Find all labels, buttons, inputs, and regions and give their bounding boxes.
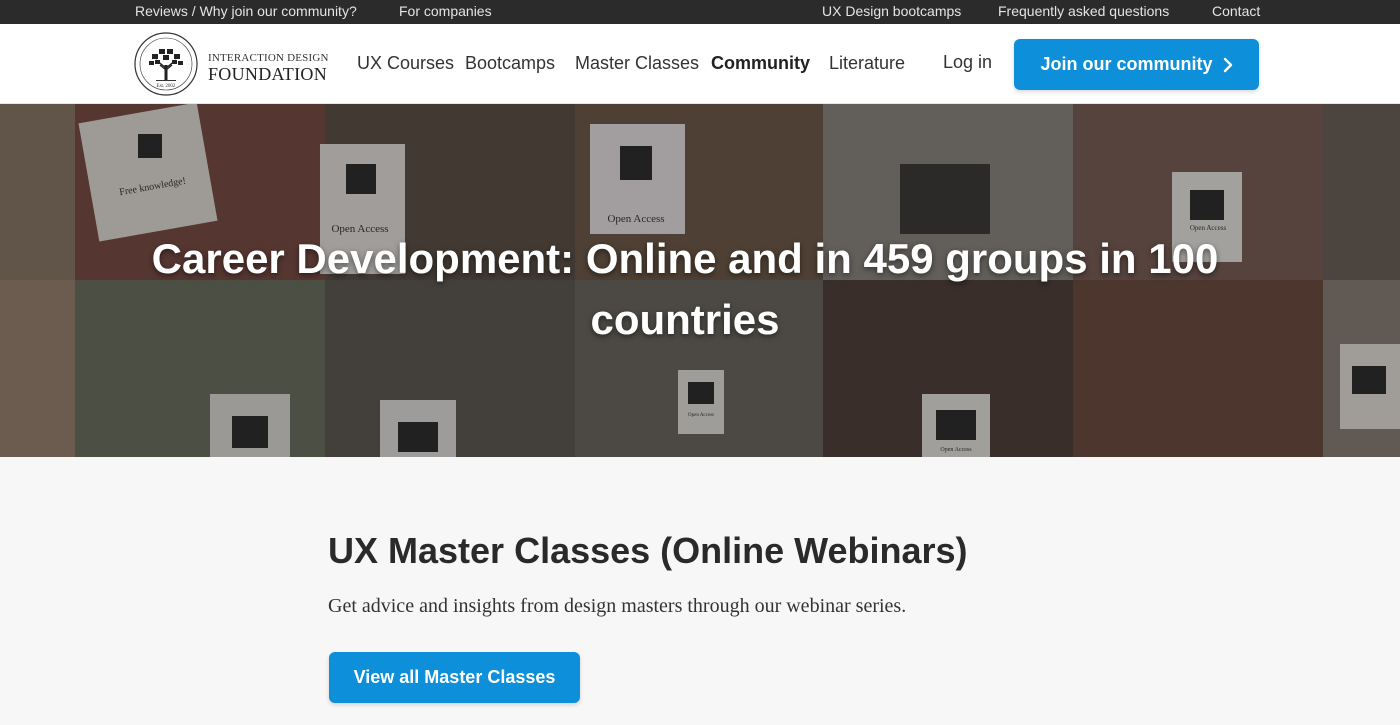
logo-text-top: INTERACTION DESIGN — [208, 52, 329, 64]
nav-master-classes[interactable]: Master Classes — [575, 53, 699, 74]
contact-link[interactable]: Contact — [1212, 3, 1260, 19]
nav-bootcamps[interactable]: Bootcamps — [465, 53, 555, 74]
join-community-label: Join our community — [1040, 54, 1213, 74]
utility-bar: Reviews / Why join our community? For co… — [0, 0, 1400, 24]
join-community-button[interactable]: Join our community — [1014, 39, 1259, 90]
tree-seal-icon: Est. 2002 — [134, 32, 198, 96]
site-header: Est. 2002 INTERACTION DESIGN FOUNDATION … — [0, 24, 1400, 104]
login-link[interactable]: Log in — [943, 52, 992, 73]
nav-literature[interactable]: Literature — [829, 53, 905, 74]
chevron-right-icon — [1223, 57, 1232, 72]
section-subtitle: Get advice and insights from design mast… — [328, 595, 907, 617]
view-all-master-classes-button[interactable]: View all Master Classes — [329, 652, 580, 703]
ux-bootcamps-link[interactable]: UX Design bootcamps — [822, 3, 961, 19]
logo[interactable]: Est. 2002 INTERACTION DESIGN FOUNDATION — [134, 32, 334, 98]
nav-community[interactable]: Community — [711, 53, 810, 74]
reviews-link[interactable]: Reviews / Why join our community? — [135, 3, 357, 19]
for-companies-link[interactable]: For companies — [399, 3, 492, 19]
seal-est-text: Est. 2002 — [157, 84, 176, 89]
logo-text-bottom: FOUNDATION — [208, 64, 327, 84]
faq-link[interactable]: Frequently asked questions — [998, 3, 1169, 19]
hero-banner: Free knowledge! Open Access Open Access … — [0, 104, 1400, 457]
section-title: UX Master Classes (Online Webinars) — [328, 530, 968, 571]
hero-title: Career Development: Online and in 459 gr… — [151, 235, 1219, 343]
nav-ux-courses[interactable]: UX Courses — [357, 53, 454, 74]
